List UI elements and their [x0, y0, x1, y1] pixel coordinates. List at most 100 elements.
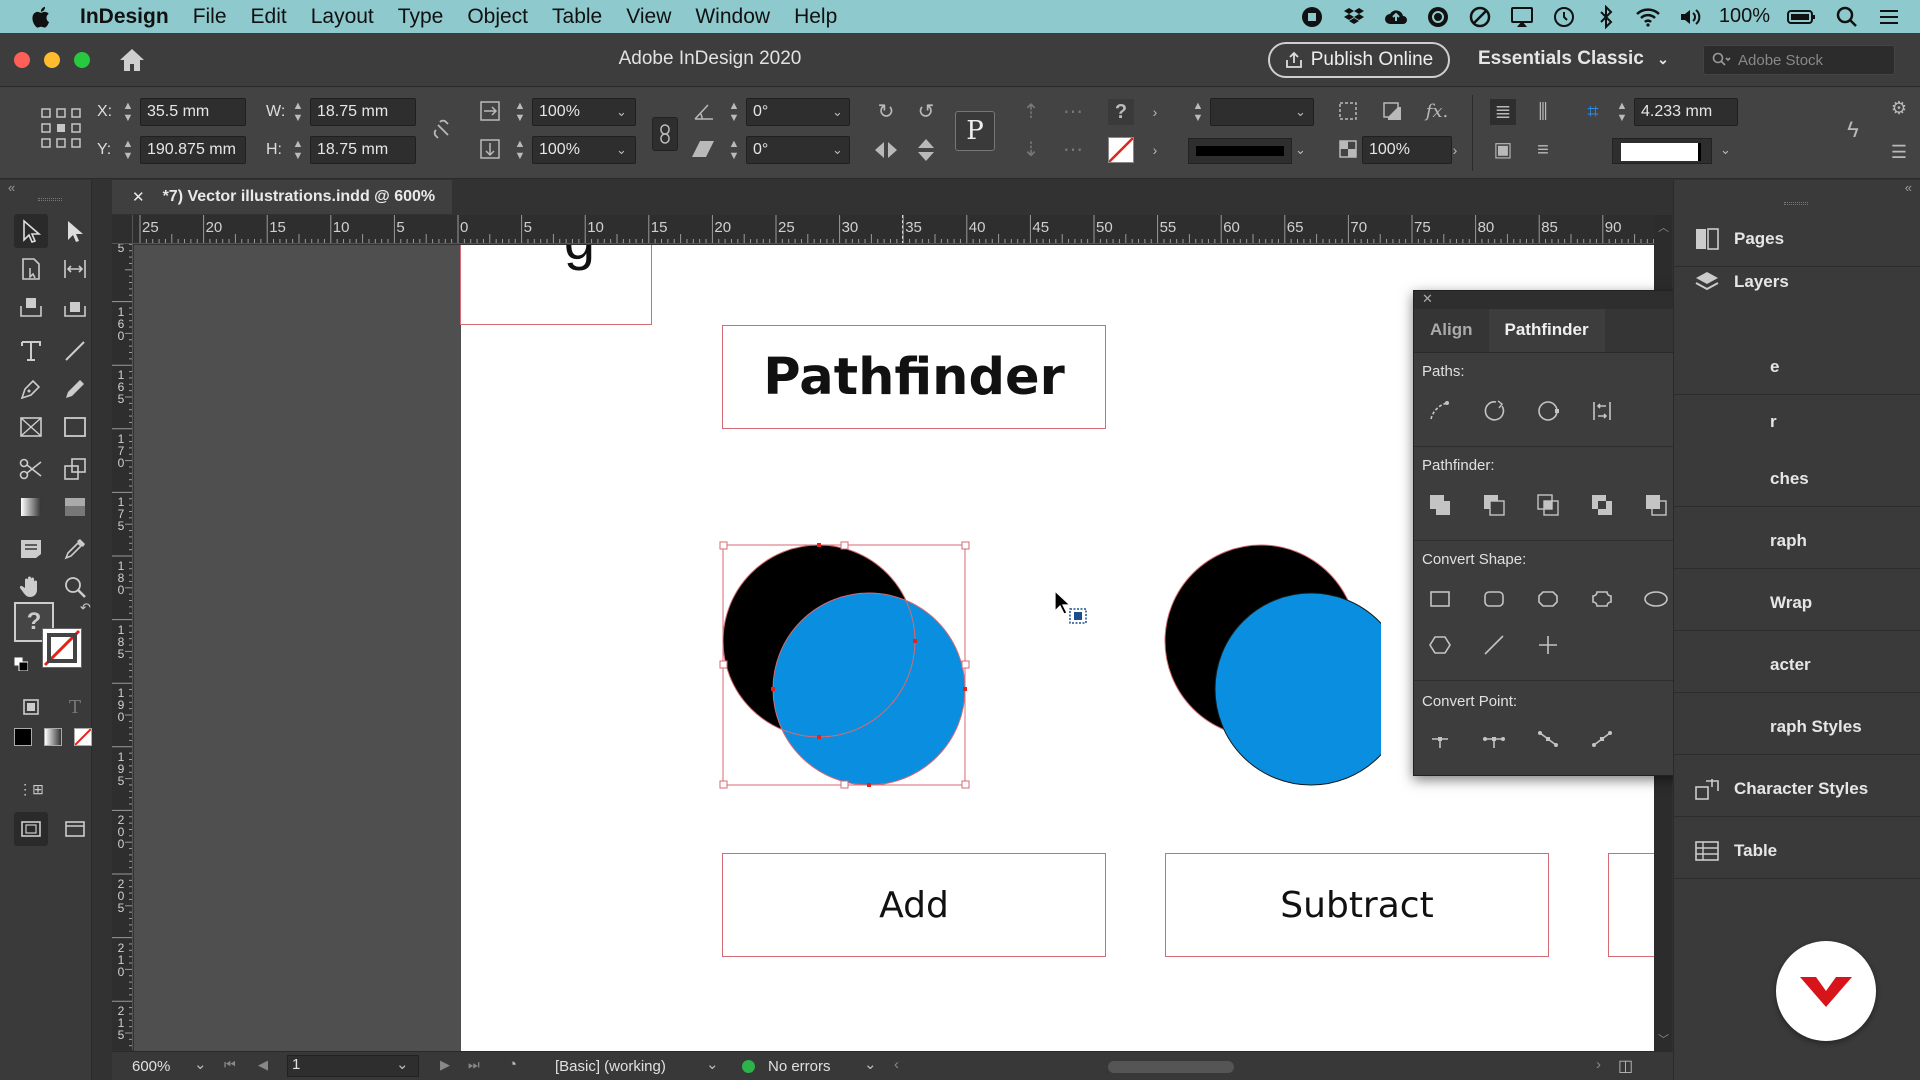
convert-polygon-icon[interactable]: [1426, 631, 1454, 659]
stroke-none-swatch[interactable]: [1108, 137, 1134, 163]
focus-icon[interactable]: [1467, 5, 1493, 29]
hand-tool-icon[interactable]: [14, 570, 48, 604]
page-tool-icon[interactable]: [14, 252, 48, 286]
intersect-shape-icon[interactable]: [1534, 491, 1562, 519]
stroke-swatch[interactable]: [42, 628, 82, 668]
gap-tool-icon[interactable]: [58, 252, 92, 286]
corner-point-icon[interactable]: [1480, 725, 1508, 753]
dock-grip[interactable]: [1784, 202, 1808, 205]
note-tool-icon[interactable]: [14, 532, 48, 566]
pen-tool-icon[interactable]: [14, 372, 48, 406]
menu-type[interactable]: Type: [386, 5, 456, 29]
menu-layout[interactable]: Layout: [299, 5, 386, 29]
wifi-icon[interactable]: [1635, 5, 1661, 29]
add-example-group[interactable]: [719, 541, 979, 805]
adobe-stock-search[interactable]: Adobe Stock: [1703, 45, 1895, 75]
cloud-upload-icon[interactable]: [1383, 5, 1409, 29]
volume-icon[interactable]: [1677, 5, 1703, 29]
subtract-shape-icon[interactable]: [1480, 491, 1508, 519]
tab-align[interactable]: Align: [1414, 308, 1489, 352]
exclude-overlap-icon[interactable]: [1588, 491, 1616, 519]
first-page-icon[interactable]: ⏮: [224, 1057, 236, 1073]
dock-swatches[interactable]: ches: [1674, 452, 1920, 507]
menu-window[interactable]: Window: [683, 5, 782, 29]
select-previous-icon[interactable]: ⋯: [1060, 99, 1086, 125]
fill-dropdown-arrow[interactable]: ›: [1142, 99, 1168, 125]
app-menu[interactable]: InDesign: [68, 5, 181, 29]
scale-x-dropdown[interactable]: ⌄: [616, 104, 627, 120]
dock-table[interactable]: Table: [1674, 824, 1920, 879]
eyedropper-tool-icon[interactable]: [58, 532, 92, 566]
menu-object[interactable]: Object: [455, 5, 540, 29]
page-dropdown[interactable]: ⌄: [396, 1055, 409, 1073]
open-page-icon[interactable]: ◔: [508, 1056, 517, 1073]
reference-point-icon[interactable]: [40, 107, 82, 149]
dock-character[interactable]: acter: [1674, 638, 1920, 693]
x-stepper[interactable]: ▲ ▼: [118, 98, 138, 126]
menu-table[interactable]: Table: [540, 5, 614, 29]
time-machine-icon[interactable]: [1551, 5, 1577, 29]
vertical-ruler[interactable]: 5 160 165 170 175 180 185 190 195 200 205 210 215: [112, 244, 133, 1050]
apply-color-swatch[interactable]: [14, 728, 32, 746]
fill-unknown-icon[interactable]: ?: [1108, 99, 1134, 125]
rectangle-frame-tool-icon[interactable]: [14, 410, 48, 444]
x-field[interactable]: 35.5 mm: [140, 98, 246, 126]
effects-icon[interactable]: fx.: [1424, 99, 1450, 125]
rotate-dropdown[interactable]: ⌄: [832, 104, 843, 120]
convert-beveled-rectangle-icon[interactable]: [1534, 585, 1562, 613]
menu-help[interactable]: Help: [782, 5, 849, 29]
spacing-stepper[interactable]: ▲ ▼: [1612, 98, 1632, 126]
last-page-icon[interactable]: ⏭: [468, 1057, 480, 1073]
previous-heading-frame[interactable]: g: [460, 245, 652, 325]
menu-view[interactable]: View: [614, 5, 683, 29]
airplay-icon[interactable]: [1509, 5, 1535, 29]
reverse-path-icon[interactable]: [1588, 397, 1616, 425]
free-transform-tool-icon[interactable]: [58, 452, 92, 486]
smooth-point-icon[interactable]: [1534, 725, 1562, 753]
control-center-icon[interactable]: [1876, 5, 1902, 29]
constrain-proportions-icon[interactable]: [430, 117, 456, 143]
w-stepper[interactable]: ▲ ▼: [288, 98, 308, 126]
frame-fitting-selector[interactable]: [1612, 138, 1712, 164]
type-tool-icon[interactable]: [14, 334, 48, 368]
preview-mode-icon[interactable]: [58, 812, 92, 846]
shear-dropdown[interactable]: ⌄: [832, 142, 843, 158]
join-path-icon[interactable]: [1426, 397, 1454, 425]
pathfinder-heading-frame[interactable]: Pathfinder: [722, 325, 1106, 429]
shear-stepper[interactable]: ▲ ▼: [724, 136, 744, 164]
stroke-weight-stepper[interactable]: ▲ ▼: [1188, 98, 1208, 126]
dock-item-partial-1[interactable]: e: [1674, 340, 1920, 395]
scale-x-stepper[interactable]: ▲ ▼: [510, 98, 530, 126]
scroll-right-arrow[interactable]: ›: [1596, 1056, 1601, 1073]
constrain-scale-icon[interactable]: [652, 117, 678, 151]
select-container-icon[interactable]: ⇡: [1018, 99, 1044, 125]
previous-page-icon[interactable]: ◀: [258, 1057, 268, 1073]
dock-paragraph[interactable]: raph: [1674, 514, 1920, 569]
next-label-frame[interactable]: [1608, 853, 1654, 957]
normal-view-icon[interactable]: [14, 812, 48, 846]
scissors-tool-icon[interactable]: [14, 452, 48, 486]
add-shape-icon[interactable]: [1426, 491, 1454, 519]
stroke-dropdown-arrow[interactable]: ›: [1142, 137, 1168, 163]
scroll-left-arrow[interactable]: ‹: [894, 1056, 899, 1073]
formatting-text-icon[interactable]: T: [58, 690, 92, 724]
frame-fitting-dropdown[interactable]: ⌄: [1720, 142, 1731, 158]
rotate-cw-icon[interactable]: ↻: [873, 99, 899, 125]
stroke-type-dropdown[interactable]: ⌄: [1295, 142, 1306, 158]
plain-point-icon[interactable]: [1426, 725, 1454, 753]
apply-gradient-swatch[interactable]: [44, 728, 62, 746]
formatting-container-icon[interactable]: [14, 690, 48, 724]
close-tab-icon[interactable]: ✕: [132, 188, 145, 206]
tab-pathfinder[interactable]: Pathfinder: [1488, 308, 1605, 352]
gradient-feather-tool-icon[interactable]: [58, 490, 92, 524]
y-stepper[interactable]: ▲ ▼: [118, 136, 138, 164]
y-field[interactable]: 190.875 mm: [140, 136, 246, 164]
dock-paragraph-styles[interactable]: raph Styles: [1674, 700, 1920, 755]
subtract-example-group[interactable]: [1161, 541, 1381, 805]
screen-mode-icon[interactable]: ⋮⊞: [14, 772, 48, 806]
dock-character-styles[interactable]: Character Styles: [1674, 762, 1920, 817]
preflight-dropdown[interactable]: ⌄: [706, 1055, 719, 1073]
publish-online-button[interactable]: Publish Online: [1268, 42, 1450, 78]
split-view-icon[interactable]: ◫: [1618, 1056, 1633, 1076]
convert-ellipse-icon[interactable]: [1642, 585, 1670, 613]
